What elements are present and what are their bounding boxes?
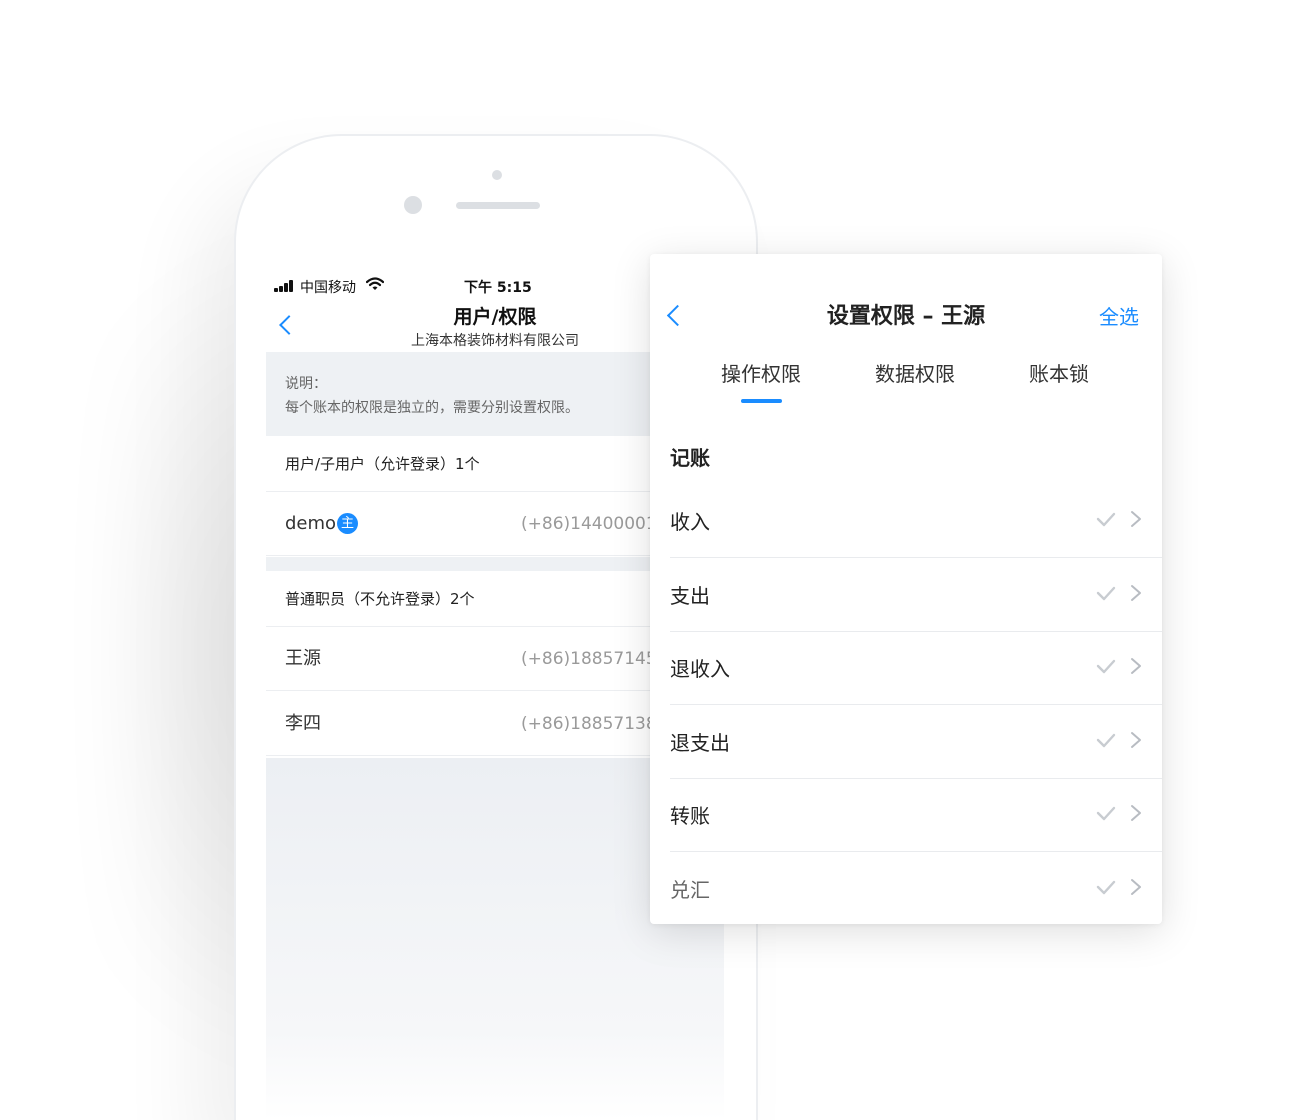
chevron-right-icon (1131, 805, 1141, 822)
check-icon[interactable] (1096, 730, 1116, 750)
select-all-button[interactable]: 全选 (1099, 301, 1139, 330)
permission-label: 兑汇 (670, 878, 710, 902)
user-phone: (+86)18857145 (521, 649, 657, 669)
phone-speaker (456, 202, 540, 209)
check-icon[interactable] (1096, 877, 1116, 897)
check-icon[interactable] (1096, 509, 1116, 529)
chevron-right-icon (1131, 511, 1141, 527)
permission-label: 支出 (670, 583, 710, 608)
tab-data-permission[interactable]: 数据权限 (875, 358, 955, 387)
permission-label: 收入 (670, 510, 710, 534)
permission-label: 退支出 (670, 730, 730, 755)
user-name: 李四 (285, 713, 321, 734)
card-title: 设置权限 – 王源 (826, 304, 986, 329)
permission-row[interactable]: 支出 (670, 558, 1162, 632)
permission-settings-card: 设置权限 – 王源 全选 操作权限 数据权限 账本锁 记账 收入支出退收入退支出… (650, 254, 1162, 924)
wifi-icon (366, 277, 384, 290)
active-tab-indicator (741, 399, 782, 403)
group-title-bookkeeping: 记账 (670, 446, 710, 470)
chevron-right-icon (1131, 584, 1141, 601)
chevron-right-icon (1131, 731, 1141, 748)
check-icon[interactable] (1096, 583, 1116, 603)
status-time: 下午 5:15 (464, 280, 532, 296)
permission-row[interactable]: 退收入 (670, 631, 1162, 706)
owner-badge: 主 (337, 513, 359, 534)
signal-icon (274, 280, 296, 292)
phone-camera (404, 196, 422, 214)
permission-label: 退收入 (670, 657, 730, 682)
tab-ledger-lock[interactable]: 账本锁 (1029, 358, 1089, 387)
tab-operation-permission[interactable]: 操作权限 (721, 358, 801, 387)
user-name: demo (285, 513, 337, 534)
carrier-name: 中国移动 (300, 280, 356, 296)
phone-sensor (492, 170, 502, 180)
chevron-right-icon (1131, 879, 1141, 895)
user-name: 王源 (285, 648, 321, 669)
permission-row[interactable]: 转账 (670, 778, 1162, 853)
user-phone: (+86)14400001 (521, 514, 657, 534)
chevron-right-icon (1131, 658, 1141, 675)
check-icon[interactable] (1096, 803, 1116, 823)
permission-row[interactable]: 兑汇 (670, 852, 1162, 924)
permission-row[interactable]: 收入 (670, 484, 1162, 558)
check-icon[interactable] (1096, 656, 1116, 676)
permission-tabs: 操作权限 数据权限 账本锁 (650, 358, 1162, 412)
permission-label: 转账 (670, 804, 710, 829)
permission-row[interactable]: 退支出 (670, 705, 1162, 779)
user-phone: (+86)18857138 (521, 714, 657, 734)
